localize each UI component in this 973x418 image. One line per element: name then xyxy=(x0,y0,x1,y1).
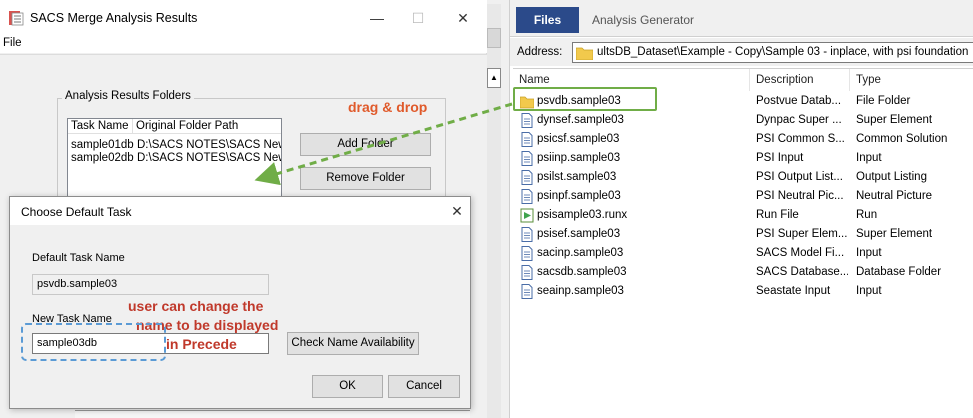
file-type: File Folder xyxy=(856,95,911,107)
tab-analysis-generator[interactable]: Analysis Generator xyxy=(592,13,694,27)
tab-bar: Files Analysis Generator xyxy=(510,0,973,37)
add-folder-button[interactable]: Add Folder xyxy=(300,133,431,156)
file-description: Run File xyxy=(756,209,799,221)
menu-bar: File xyxy=(0,36,487,53)
list-item-task: sample01db xyxy=(71,139,134,151)
file-type: Input xyxy=(856,247,882,259)
file-description: PSI Common S... xyxy=(756,133,845,145)
column-type[interactable]: Type xyxy=(850,69,973,91)
file-name: sacinp.sample03 xyxy=(537,247,624,259)
file-name: psicsf.sample03 xyxy=(537,133,620,145)
file-row[interactable]: psicsf.sample03 PSI Common S... Common Sol… xyxy=(513,130,973,149)
file-description: PSI Neutral Pic... xyxy=(756,190,844,202)
minimize-button[interactable]: — xyxy=(359,6,395,30)
file-row[interactable]: seainp.sample03 Seastate Input Input xyxy=(513,282,973,301)
close-button[interactable]: ✕ xyxy=(445,6,481,30)
file-name: dynsef.sample03 xyxy=(537,114,624,126)
file-name: sacsdb.sample03 xyxy=(537,266,627,278)
file-type: Run xyxy=(856,209,878,221)
annotation-line: user can change the xyxy=(128,298,264,314)
ok-button[interactable]: OK xyxy=(312,375,383,398)
file-description: SACS Database... xyxy=(756,266,848,278)
background-window-edge xyxy=(487,4,501,418)
document-icon xyxy=(520,132,534,147)
document-icon xyxy=(520,189,534,204)
file-description: Dynpac Super ... xyxy=(756,114,842,126)
tab-files[interactable]: Files xyxy=(516,7,579,33)
dialog-close-icon[interactable]: ✕ xyxy=(447,201,467,221)
cancel-button[interactable]: Cancel xyxy=(388,375,460,398)
file-type: Output Listing xyxy=(856,171,927,183)
file-row[interactable]: psisef.sample03 PSI Super Elem... Super El… xyxy=(513,225,973,244)
default-task-label: Default Task Name xyxy=(32,252,125,264)
document-icon xyxy=(520,227,534,242)
file-description: PSI Output List... xyxy=(756,171,843,183)
file-description: Seastate Input xyxy=(756,285,831,297)
file-name: seainp.sample03 xyxy=(537,285,624,297)
bottom-panel-edge xyxy=(75,410,470,418)
background-control xyxy=(487,28,501,48)
list-item[interactable]: sample01db D:\SACS NOTES\SACS New Fe xyxy=(68,139,281,152)
app-icon xyxy=(9,11,24,26)
file-name: psiinp.sample03 xyxy=(537,152,621,164)
file-type: Super Element xyxy=(856,114,933,126)
document-icon xyxy=(520,170,534,185)
remove-folder-button[interactable]: Remove Folder xyxy=(300,167,431,190)
file-list[interactable]: Name Description Type psvdb.sample03 Post… xyxy=(513,68,973,418)
window-title: SACS Merge Analysis Results xyxy=(30,11,198,25)
list-item[interactable]: sample02db D:\SACS NOTES\SACS New Fe xyxy=(68,152,281,165)
file-type: Database Folder xyxy=(856,266,942,278)
file-explorer-panel: Files Analysis Generator Address: ultsDB… xyxy=(509,0,973,418)
window-titlebar[interactable]: SACS Merge Analysis Results — ☐ ✕ xyxy=(0,0,487,36)
group-label: Analysis Results Folders xyxy=(62,90,194,102)
file-description: PSI Input xyxy=(756,152,804,164)
folder-icon xyxy=(576,47,593,60)
file-name: psisample03.runx xyxy=(537,209,628,221)
file-row[interactable]: psiinp.sample03 PSI Input Input xyxy=(513,149,973,168)
dashed-highlight-box xyxy=(21,323,166,361)
list-item-path: D:\SACS NOTES\SACS New Fe xyxy=(137,139,281,151)
document-icon xyxy=(520,151,534,166)
file-row[interactable]: sacsdb.sample03 SACS Database... Database … xyxy=(513,263,973,282)
file-type: Neutral Picture xyxy=(856,190,933,202)
list-item-task: sample02db xyxy=(71,152,134,164)
document-icon xyxy=(520,284,534,299)
file-type: Super Element xyxy=(856,228,933,240)
dialog-title: Choose Default Task xyxy=(21,205,132,219)
column-task-name[interactable]: Task Name xyxy=(68,119,133,134)
maximize-button[interactable]: ☐ xyxy=(400,6,436,30)
drag-drop-annotation: drag & drop xyxy=(348,99,428,115)
address-input[interactable]: ultsDB_Dataset\Example - Copy\Sample 03 … xyxy=(572,42,973,63)
file-type: Common Solution xyxy=(856,133,948,145)
file-name: psinpf.sample03 xyxy=(537,190,621,202)
file-row[interactable]: psinpf.sample03 PSI Neutral Pic... Neutral… xyxy=(513,187,973,206)
file-row[interactable]: psisample03.runx Run File Run xyxy=(513,206,973,225)
file-type: Input xyxy=(856,152,882,164)
file-description: PSI Super Elem... xyxy=(756,228,848,240)
address-label: Address: xyxy=(517,46,563,58)
column-original-path[interactable]: Original Folder Path xyxy=(133,119,281,134)
file-description: Postvue Datab... xyxy=(756,95,842,107)
file-description: SACS Model Fi... xyxy=(756,247,845,259)
highlight-box xyxy=(513,87,657,111)
menu-file[interactable]: File xyxy=(3,37,22,49)
list-item-path: D:\SACS NOTES\SACS New Fe xyxy=(137,152,281,164)
document-icon xyxy=(520,246,534,261)
default-task-field: psvdb.sample03 xyxy=(32,274,269,295)
document-icon xyxy=(520,113,534,128)
dialog-titlebar[interactable]: Choose Default Task ✕ xyxy=(10,197,470,225)
file-row[interactable]: dynsef.sample03 Dynpac Super ... Super Ele… xyxy=(513,111,973,130)
check-name-button[interactable]: Check Name Availability xyxy=(287,332,419,355)
file-name: psisef.sample03 xyxy=(537,228,621,240)
column-description[interactable]: Description xyxy=(750,69,850,91)
run-icon xyxy=(520,208,534,223)
file-row[interactable]: psilst.sample03 PSI Output List... Output … xyxy=(513,168,973,187)
file-name: psilst.sample03 xyxy=(537,171,617,183)
address-bar: Address: ultsDB_Dataset\Example - Copy\S… xyxy=(510,38,973,66)
file-type: Input xyxy=(856,285,882,297)
background-scroll-arrow-icon: ▲ xyxy=(487,68,501,88)
file-row[interactable]: sacinp.sample03 SACS Model Fi... Input xyxy=(513,244,973,263)
document-icon xyxy=(520,265,534,280)
address-path: ultsDB_Dataset\Example - Copy\Sample 03 … xyxy=(597,46,969,58)
